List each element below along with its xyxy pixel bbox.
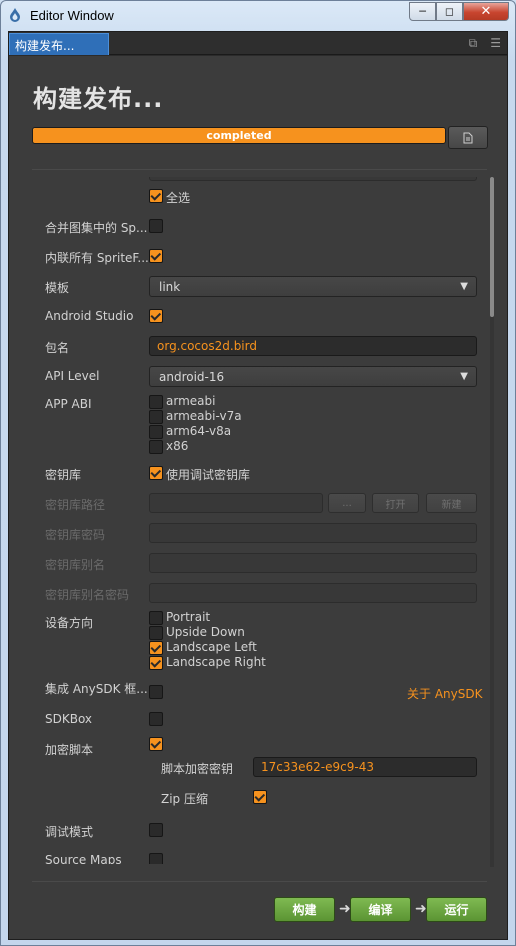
abi-x86-label: x86 xyxy=(166,439,189,453)
template-label: 模板 xyxy=(45,281,70,295)
abi-arm64-v8a-checkbox[interactable] xyxy=(149,425,163,439)
dropdown-arrow-icon: ▼ xyxy=(460,281,468,292)
keystore-password-input xyxy=(149,523,477,543)
build-progress-bar: completed xyxy=(32,127,446,144)
page-title: 构建发布... xyxy=(33,85,164,113)
cocos-app-icon xyxy=(10,8,20,22)
keystore-open-button: 打开 xyxy=(372,493,419,513)
sdkbox-label: SDKBox xyxy=(45,712,93,726)
arrow-right-icon: ➜ xyxy=(415,901,427,917)
source-maps-checkbox[interactable] xyxy=(149,853,163,864)
title-bar[interactable]: Editor Window ─ ◻ ✕ xyxy=(1,1,515,29)
dropdown-arrow-icon: ▼ xyxy=(460,371,468,382)
keystore-alias-label: 密钥库别名 xyxy=(45,558,106,572)
encrypt-js-checkbox[interactable] xyxy=(149,737,163,751)
encrypt-key-input[interactable]: 17c33e62-e9c9-43 xyxy=(253,757,477,777)
abi-armeabi-checkbox[interactable] xyxy=(149,395,163,409)
orientation-landscape-left-checkbox[interactable] xyxy=(149,641,163,655)
select-all-label: 全选 xyxy=(166,191,191,205)
api-level-value: android-16 xyxy=(159,370,225,384)
debug-mode-label: 调试模式 xyxy=(45,825,94,839)
api-level-label: API Level xyxy=(45,369,100,383)
keystore-alias-input xyxy=(149,553,477,573)
about-anysdk-link[interactable]: 关于 AnySDK xyxy=(407,685,482,702)
window-client: 构建发布... ⧉ ☰ 构建发布... completed 全选 合并图集中的 … xyxy=(8,31,508,940)
popout-icon[interactable]: ⧉ xyxy=(469,36,478,51)
maximize-button[interactable]: ◻ xyxy=(436,2,463,21)
debug-mode-checkbox[interactable] xyxy=(149,823,163,837)
orientation-portrait-checkbox[interactable] xyxy=(149,611,163,625)
keystore-password-label: 密钥库密码 xyxy=(45,528,106,542)
progress-label: completed xyxy=(206,129,272,142)
close-button[interactable]: ✕ xyxy=(463,2,509,21)
encrypt-key-label: 脚本加密密钥 xyxy=(161,762,234,776)
orientation-landscape-right-label: Landscape Right xyxy=(166,655,266,669)
settings-scroll-area[interactable]: 全选 合并图集中的 Sp... 内联所有 SpriteF... 模板 link … xyxy=(32,177,499,864)
keystore-alias-password-label: 密钥库别名密码 xyxy=(45,588,130,602)
orientation-portrait-label: Portrait xyxy=(166,610,211,624)
encrypt-js-label: 加密脚本 xyxy=(45,743,94,757)
template-value: link xyxy=(159,280,181,294)
abi-x86-checkbox[interactable] xyxy=(149,440,163,454)
use-debug-keystore-label: 使用调试密钥库 xyxy=(166,468,251,482)
tab-build[interactable]: 构建发布... xyxy=(9,33,109,55)
merge-atlas-checkbox[interactable] xyxy=(149,219,163,233)
scrollbar-thumb[interactable] xyxy=(490,177,494,317)
zip-checkbox[interactable] xyxy=(253,790,267,804)
abi-arm64-v8a-label: arm64-v8a xyxy=(166,424,232,438)
android-studio-label: Android Studio xyxy=(45,309,134,323)
api-level-select[interactable]: android-16 ▼ xyxy=(149,366,477,387)
source-maps-label: Source Maps xyxy=(45,853,122,864)
build-button[interactable]: 构建 xyxy=(274,897,335,922)
document-icon xyxy=(463,132,473,143)
app-abi-label: APP ABI xyxy=(45,397,92,411)
android-studio-checkbox[interactable] xyxy=(149,309,163,323)
use-debug-keystore-checkbox[interactable] xyxy=(149,466,163,480)
minimize-button[interactable]: ─ xyxy=(409,2,436,21)
abi-armeabi-label: armeabi xyxy=(166,394,216,408)
orientation-landscape-right-checkbox[interactable] xyxy=(149,656,163,670)
divider-top xyxy=(32,169,487,170)
orientation-label: 设备方向 xyxy=(45,616,94,630)
inline-spriteframes-checkbox[interactable] xyxy=(149,249,163,263)
arrow-right-icon: ➜ xyxy=(339,901,351,917)
build-panel: 构建发布... completed 全选 合并图集中的 Sp... 内联所有 S… xyxy=(9,56,507,939)
open-log-button[interactable] xyxy=(448,126,488,149)
orientation-upside-down-checkbox[interactable] xyxy=(149,626,163,640)
editor-window: Editor Window ─ ◻ ✕ 构建发布... ⧉ ☰ 构建发布... … xyxy=(0,0,516,946)
abi-armeabi-v7a-label: armeabi-v7a xyxy=(166,409,242,423)
window-title: Editor Window xyxy=(30,8,114,23)
template-select[interactable]: link ▼ xyxy=(149,276,477,297)
maximize-icon: ◻ xyxy=(444,5,455,18)
keystore-new-button: 新建 xyxy=(426,493,477,513)
keystore-path-input xyxy=(149,493,323,513)
tab-strip: 构建发布... ⧉ ☰ xyxy=(9,32,507,55)
sdkbox-checkbox[interactable] xyxy=(149,712,163,726)
close-icon: ✕ xyxy=(480,4,492,19)
anysdk-label: 集成 AnySDK 框... xyxy=(45,682,148,696)
package-name-input[interactable]: org.cocos2d.bird xyxy=(149,336,477,356)
abi-armeabi-v7a-checkbox[interactable] xyxy=(149,410,163,424)
keystore-browse-button: ... xyxy=(328,493,366,513)
keystore-label: 密钥库 xyxy=(45,468,82,482)
settings-scrollbar[interactable] xyxy=(490,177,494,867)
merge-atlas-label: 合并图集中的 Sp... xyxy=(45,221,148,235)
orientation-landscape-left-label: Landscape Left xyxy=(166,640,257,654)
run-button[interactable]: 运行 xyxy=(426,897,487,922)
compile-button[interactable]: 编译 xyxy=(350,897,411,922)
keystore-path-label: 密钥库路径 xyxy=(45,498,106,512)
select-all-checkbox[interactable] xyxy=(149,189,163,203)
minimize-icon: ─ xyxy=(419,5,426,18)
anysdk-checkbox[interactable] xyxy=(149,685,163,699)
zip-label: Zip 压缩 xyxy=(161,792,208,806)
divider-bottom xyxy=(32,881,487,882)
menu-icon[interactable]: ☰ xyxy=(490,36,501,51)
inline-spriteframes-label: 内联所有 SpriteF... xyxy=(45,251,149,265)
orientation-upside-down-label: Upside Down xyxy=(166,625,245,639)
keystore-alias-password-input xyxy=(149,583,477,603)
package-name-label: 包名 xyxy=(45,341,70,355)
partial-list-field xyxy=(149,177,477,181)
